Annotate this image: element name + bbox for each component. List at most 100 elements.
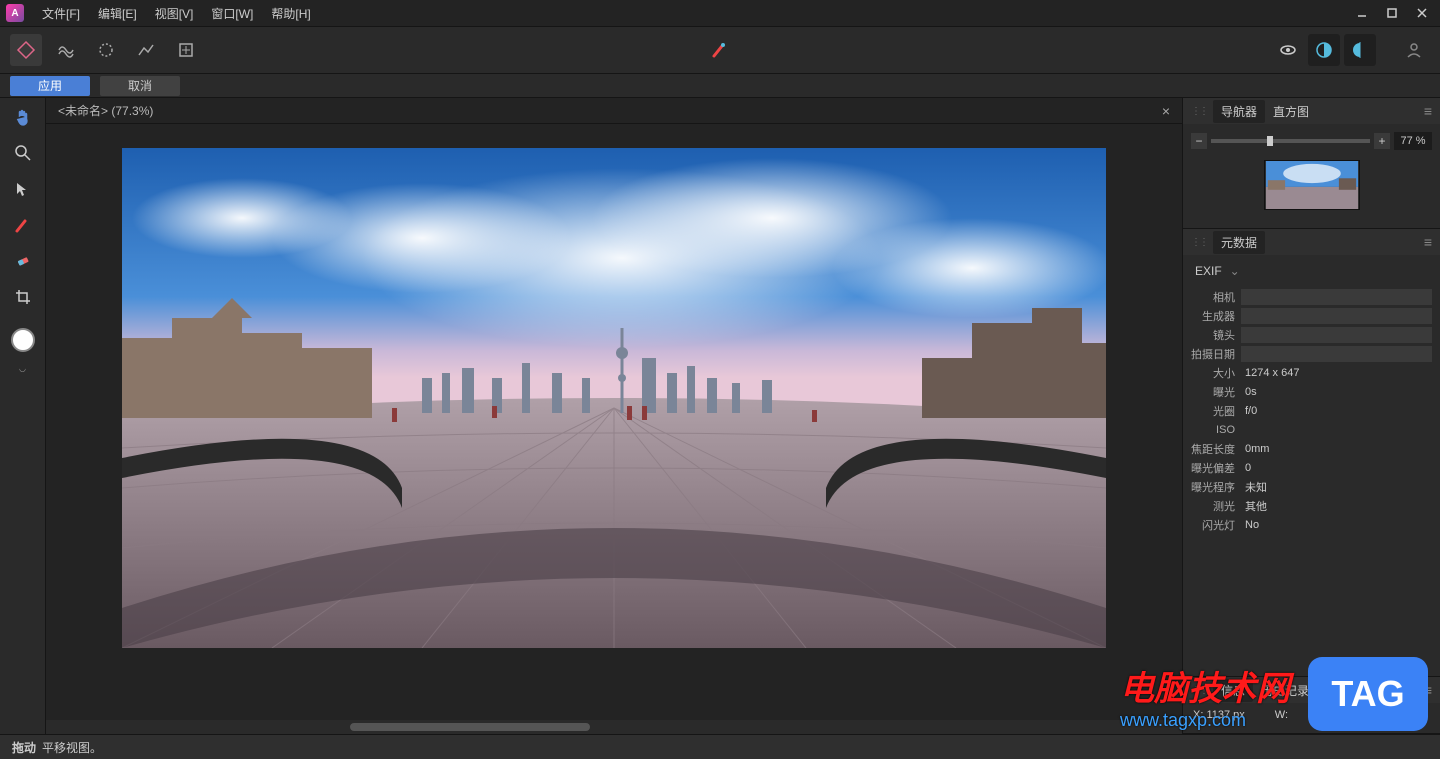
tab-navigator[interactable]: 导航器 [1213, 100, 1265, 123]
meta-row-maker: 生成器 [1191, 306, 1432, 325]
exposure-value: 0s [1241, 386, 1257, 398]
minimize-button[interactable] [1350, 3, 1374, 23]
persona-group-left [10, 34, 202, 66]
metadata-type-select[interactable]: EXIF ⌄ [1191, 261, 1432, 281]
navigator-body: − + 77 % [1183, 124, 1440, 228]
canvas-image [122, 148, 1106, 648]
maximize-button[interactable] [1380, 3, 1404, 23]
meta-row-meter: 测光其他 [1191, 496, 1432, 515]
meta-row-iso: ISO [1191, 420, 1432, 439]
document-tab: <未命名> (77.3%) × [46, 98, 1182, 124]
canvas-viewport[interactable] [46, 124, 1182, 720]
persona-group-right [1272, 34, 1430, 66]
right-panels: ⋮⋮ 导航器 直方图 ≡ − + 77 % ⋮⋮ 元数据 [1182, 98, 1440, 734]
meta-row-size: 大小1274 x 647 [1191, 363, 1432, 382]
brush-tool[interactable] [7, 212, 39, 238]
tab-histogram[interactable]: 直方图 [1265, 100, 1317, 123]
focal-value: 0mm [1241, 443, 1269, 455]
panel-menu-icon[interactable]: ≡ [1424, 234, 1432, 250]
navigator-panel: ⋮⋮ 导航器 直方图 ≡ − + 77 % [1183, 98, 1440, 229]
title-bar: A 文件[F] 编辑[E] 视图[V] 窗口[W] 帮助[H] [0, 0, 1440, 26]
horizontal-scrollbar[interactable] [46, 720, 1182, 734]
quick-mask-button[interactable] [1272, 34, 1304, 66]
lens-field[interactable] [1241, 327, 1432, 343]
info-d: D: [1318, 709, 1329, 727]
tab-history[interactable]: 历史记录 [1253, 679, 1317, 702]
bias-value: 0 [1241, 462, 1251, 474]
liquify-persona-button[interactable] [50, 34, 82, 66]
meta-row-program: 曝光程序未知 [1191, 477, 1432, 496]
move-tool[interactable] [7, 176, 39, 202]
account-icon[interactable] [1398, 34, 1430, 66]
panel-grip-icon[interactable]: ⋮⋮ [1191, 685, 1207, 696]
tools-panel: ◡ [0, 98, 46, 734]
status-text: 平移视图。 [42, 739, 102, 756]
meta-row-date: 拍摄日期 [1191, 344, 1432, 363]
cancel-button[interactable]: 取消 [100, 76, 180, 96]
panel-menu-icon[interactable]: ≡ [1424, 682, 1432, 698]
hand-tool[interactable] [7, 104, 39, 130]
app-logo-icon: A [6, 4, 24, 22]
document-title: <未命名> (77.3%) [58, 102, 153, 119]
apply-button[interactable]: 应用 [10, 76, 90, 96]
info-row: X: 1137 px W: D: [1193, 709, 1430, 727]
zoom-in-button[interactable]: + [1374, 133, 1390, 149]
info-w: W: [1275, 709, 1288, 727]
info-panel: ⋮⋮ 信息 历史记录 ≡ X: 1137 px W: D: [1183, 677, 1440, 734]
zoom-value-field[interactable]: 77 % [1394, 132, 1432, 150]
meta-row-aperture: 光圈f/0 [1191, 401, 1432, 420]
tab-metadata[interactable]: 元数据 [1213, 231, 1265, 254]
meta-row-camera: 相机 [1191, 287, 1432, 306]
meter-value: 其他 [1241, 498, 1267, 514]
tone-map-persona-button[interactable] [130, 34, 162, 66]
close-button[interactable] [1410, 3, 1434, 23]
scrollbar-thumb[interactable] [350, 723, 590, 731]
eraser-tool[interactable] [7, 248, 39, 274]
info-x: X: 1137 px [1193, 709, 1245, 727]
info-body: X: 1137 px W: D: [1183, 703, 1440, 733]
status-bar: 拖动 平移视图。 [0, 734, 1440, 759]
mirror-view-button[interactable] [1344, 34, 1376, 66]
camera-field[interactable] [1241, 289, 1432, 305]
meta-row-exposure: 曝光0s [1191, 382, 1432, 401]
meta-row-flash: 闪光灯No [1191, 515, 1432, 534]
menu-window[interactable]: 窗口[W] [211, 5, 253, 22]
window-controls [1350, 3, 1434, 23]
crop-tool[interactable] [7, 284, 39, 310]
metadata-header: ⋮⋮ 元数据 ≡ [1183, 229, 1440, 255]
size-value: 1274 x 647 [1241, 367, 1299, 379]
meta-row-focal: 焦距长度0mm [1191, 439, 1432, 458]
zoom-out-button[interactable]: − [1191, 133, 1207, 149]
menu-help[interactable]: 帮助[H] [271, 5, 310, 22]
zoom-slider-thumb[interactable] [1267, 136, 1273, 146]
document-close-button[interactable]: × [1162, 103, 1170, 119]
zoom-tool[interactable] [7, 140, 39, 166]
develop-persona-button[interactable] [90, 34, 122, 66]
split-view-button[interactable] [1308, 34, 1340, 66]
main-area: ◡ <未命名> (77.3%) × [0, 98, 1440, 734]
panel-menu-icon[interactable]: ≡ [1424, 103, 1432, 119]
center-tool-icon[interactable] [704, 34, 736, 66]
meta-row-bias: 曝光偏差0 [1191, 458, 1432, 477]
zoom-slider[interactable] [1211, 139, 1370, 143]
status-label: 拖动 [12, 739, 36, 756]
navigator-thumbnail[interactable] [1264, 160, 1360, 210]
maker-field[interactable] [1241, 308, 1432, 324]
date-field[interactable] [1241, 346, 1432, 362]
action-bar: 应用 取消 [0, 74, 1440, 98]
color-swatch[interactable] [11, 328, 35, 352]
tab-info[interactable]: 信息 [1213, 679, 1253, 702]
menu-file[interactable]: 文件[F] [42, 5, 80, 22]
persona-toolbar [0, 26, 1440, 74]
info-header: ⋮⋮ 信息 历史记录 ≡ [1183, 677, 1440, 703]
panel-grip-icon[interactable]: ⋮⋮ [1191, 106, 1207, 117]
photo-content [122, 148, 1106, 648]
panel-grip-icon[interactable]: ⋮⋮ [1191, 237, 1207, 248]
program-value: 未知 [1241, 479, 1267, 495]
export-persona-button[interactable] [170, 34, 202, 66]
menu-edit[interactable]: 编辑[E] [98, 5, 137, 22]
swatch-options-icon[interactable]: ◡ [19, 364, 26, 373]
photo-persona-button[interactable] [10, 34, 42, 66]
canvas-area: <未命名> (77.3%) × [46, 98, 1182, 734]
menu-view[interactable]: 视图[V] [155, 5, 194, 22]
